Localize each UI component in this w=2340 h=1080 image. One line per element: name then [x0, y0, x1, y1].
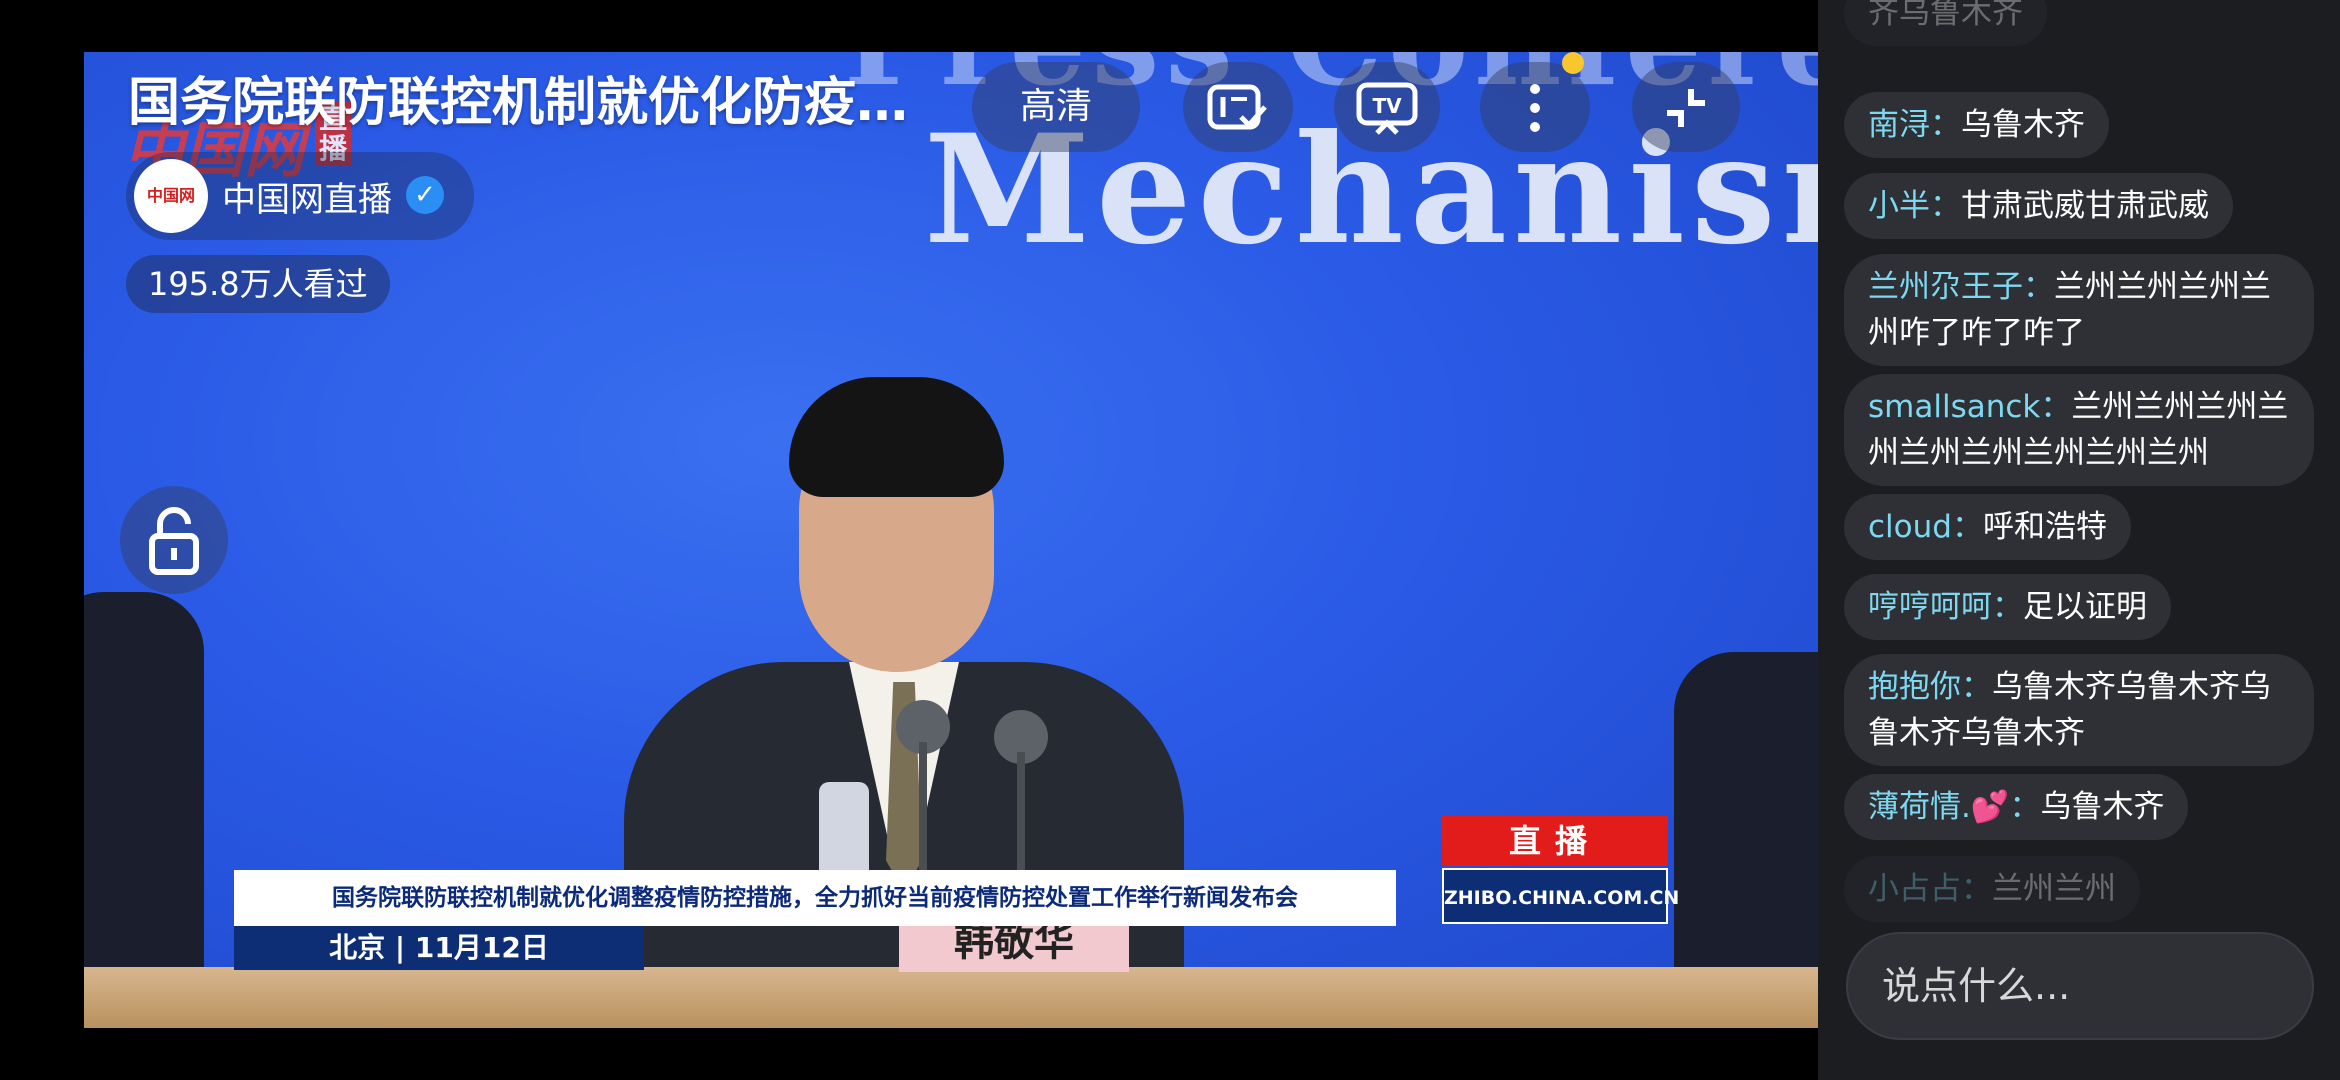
- live-chat-panel[interactable]: 齐乌鲁木齐 南浔：乌鲁木齐 小半：甘肃武威甘肃武威 兰州尕王子：兰州兰州兰州兰州…: [1818, 0, 2340, 1080]
- chat-text: 呼和浩特: [1982, 509, 2107, 545]
- chat-message: 小半：甘肃武威甘肃武威: [1844, 173, 2233, 239]
- chat-message: smallsanck：兰州兰州兰州兰州兰州兰州兰州兰州兰州: [1844, 374, 2314, 486]
- chat-message: cloud：呼和浩特: [1844, 494, 2131, 560]
- chat-username: 薄荷情.💕：: [1868, 789, 2041, 825]
- chat-username: 哼哼呵呵：: [1868, 589, 2023, 625]
- chat-text: 足以证明: [2023, 589, 2147, 625]
- chat-username: 小半：: [1868, 188, 1961, 224]
- location-date: 北京 | 11月12日: [234, 926, 644, 970]
- chat-username: smallsanck：: [1868, 389, 2072, 425]
- left-person: [84, 592, 204, 1028]
- tv-cast-button[interactable]: TV: [1334, 62, 1440, 152]
- chat-username: 抱抱你：: [1868, 669, 1992, 705]
- chat-username: 兰州尕王子：: [1868, 269, 2054, 305]
- news-caption: 国务院联防联控机制就优化调整疫情防控措施，全力抓好当前疫情防控处置工作举行新闻发…: [234, 870, 1396, 926]
- exit-fullscreen-icon: [1667, 88, 1705, 127]
- verified-icon: ✓: [406, 176, 444, 214]
- more-button[interactable]: [1480, 62, 1590, 152]
- channel-avatar[interactable]: 中国网: [134, 159, 208, 233]
- channel-name[interactable]: 中国网直播: [222, 172, 392, 221]
- chat-message: 齐乌鲁木齐: [1844, 0, 2047, 46]
- channel-badge[interactable]: 中国网 中国网直播 ✓: [126, 152, 474, 240]
- live-tag: 直播: [1442, 816, 1668, 866]
- chat-text: 乌鲁木齐: [2040, 789, 2165, 825]
- exit-fullscreen-button[interactable]: [1632, 62, 1740, 152]
- chat-message: 小占占：兰州兰州: [1844, 856, 2140, 922]
- stream-title: 国务院联防联控机制就优化防疫…: [128, 73, 909, 133]
- unlock-icon: [149, 507, 199, 575]
- chat-username: cloud：: [1868, 509, 1983, 545]
- desk: [84, 967, 1818, 1028]
- chat-text: 乌鲁木齐: [1961, 107, 2085, 143]
- chat-message: 兰州尕王子：兰州兰州兰州兰州咋了咋了咋了: [1844, 254, 2314, 366]
- chat-username: 小占占：: [1868, 871, 1992, 907]
- svg-text:TV: TV: [1372, 94, 1402, 118]
- tv-cast-icon: TV: [1356, 82, 1418, 135]
- site-tag: ZHIBO.CHINA.COM.CN: [1442, 868, 1679, 924]
- notification-dot: [1562, 52, 1584, 74]
- chat-text: 甘肃武威甘肃武威: [1961, 188, 2209, 224]
- chat-input[interactable]: 说点什么...: [1846, 932, 2314, 1040]
- subtitle-button[interactable]: [1183, 62, 1293, 152]
- quality-button[interactable]: 高清: [972, 62, 1140, 152]
- chat-text: 兰州兰州: [1992, 871, 2116, 907]
- chat-message: 哼哼呵呵：足以证明: [1844, 574, 2171, 640]
- screen-lock-button[interactable]: [120, 486, 228, 594]
- chat-message: 抱抱你：乌鲁木齐乌鲁木齐乌鲁木齐乌鲁木齐: [1844, 654, 2314, 766]
- chat-username: 南浔：: [1868, 107, 1961, 143]
- chat-message: 南浔：乌鲁木齐: [1844, 92, 2109, 158]
- viewer-count: 195.8万人看过: [126, 255, 390, 313]
- subtitle-icon: [1207, 84, 1267, 129]
- chat-message: 薄荷情.💕：乌鲁木齐: [1844, 774, 2189, 840]
- more-vertical-icon: [1530, 83, 1540, 132]
